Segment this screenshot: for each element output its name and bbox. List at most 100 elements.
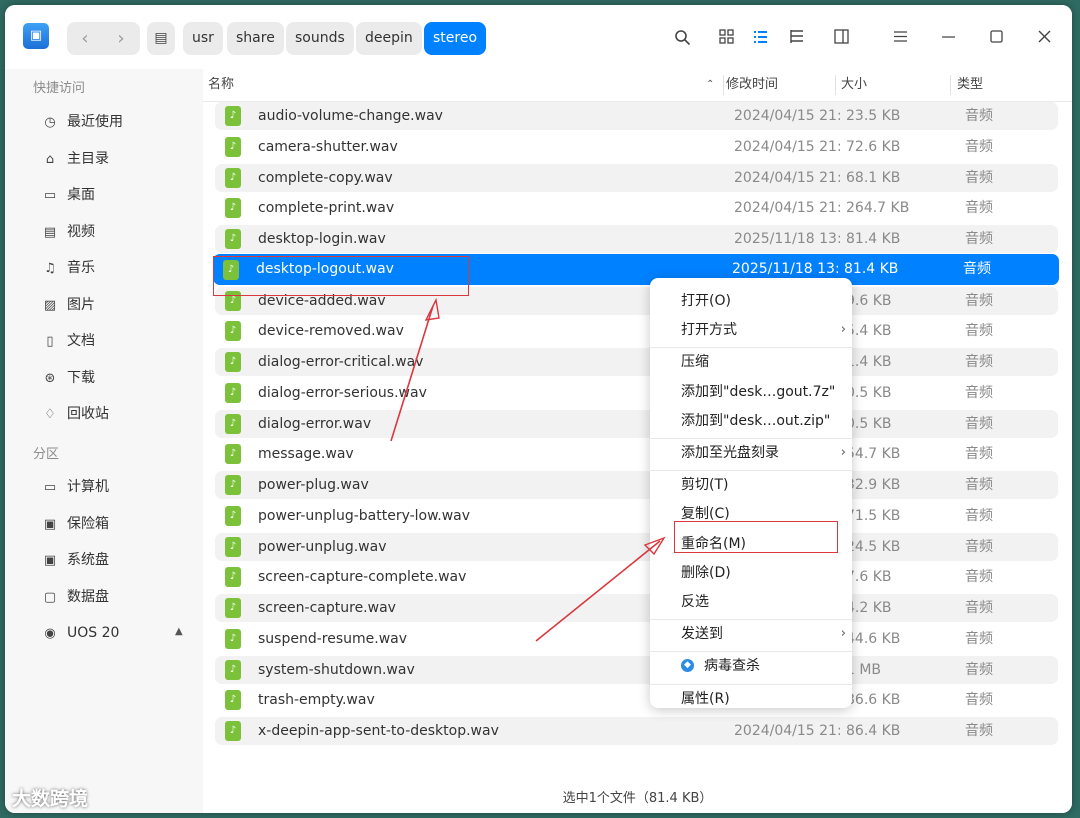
disk-root-icon[interactable]: ▤ [147, 22, 175, 55]
menu-item-label: 添加到"desk…gout.7z" [681, 384, 836, 400]
sidebar-item-documents[interactable]: ▯ 文档 [41, 329, 95, 353]
maximize-icon[interactable] [986, 29, 1006, 49]
forward-button[interactable]: › [103, 22, 139, 55]
sidebar-item-data-disk[interactable]: ▢ 数据盘 [41, 585, 109, 609]
close-icon[interactable] [1034, 29, 1054, 49]
sidebar-item-pictures[interactable]: ▨ 图片 [41, 293, 95, 317]
breadcrumb-sounds[interactable]: sounds [286, 22, 354, 55]
menu-item[interactable]: 压缩 [650, 349, 852, 375]
minimize-icon[interactable] [938, 29, 958, 49]
file-row[interactable]: ♪ audio-volume-change.wav 2024/04/15 21:… 2… [215, 102, 1058, 130]
file-name: power-unplug-battery-low.wav [258, 508, 471, 524]
file-row[interactable]: ♪ message.wav 54.7 KB 音频 [215, 440, 1058, 468]
home-icon: ⌂ [45, 152, 55, 167]
menu-item[interactable]: 剪切(T) [650, 472, 852, 498]
sidebar-item-downloads[interactable]: ⊛ 下载 [41, 366, 95, 390]
menu-icon[interactable] [890, 29, 910, 49]
column-divider[interactable] [835, 75, 836, 95]
menu-item[interactable]: 发送到 › [650, 621, 852, 647]
audio-file-icon: ♪ [225, 629, 241, 649]
sidebar: 快捷访问 ◷ 最近使用 ⌂ 主目录 ▭ 桌面 ▤ 视频 ♫ 音乐 ▨ 图片 ▯ 文档 ⊛ 下载 … [5, 69, 203, 813]
file-row[interactable]: ♪ screen-capture.wav 4.2 KB 音频 [215, 594, 1058, 622]
eject-icon[interactable]: ▲ [175, 626, 183, 637]
menu-item-label: 打开(O) [681, 293, 731, 309]
file-type: 音频 [965, 139, 993, 155]
file-row[interactable]: ♪ dialog-error.wav 0.5 KB 音频 [215, 410, 1058, 438]
sidebar-item-computer[interactable]: ▭ 计算机 [41, 475, 109, 499]
sidebar-item-recent[interactable]: ◷ 最近使用 [41, 110, 123, 134]
file-row[interactable]: ♪ complete-copy.wav 2024/04/15 21:… 68.1 KB… [215, 164, 1058, 192]
file-row[interactable]: ♪ screen-capture-complete.wav 7.6 KB 音频 [215, 563, 1058, 591]
menu-separator [650, 619, 852, 620]
file-row[interactable]: ♪ camera-shutter.wav 2024/04/15 21:… 72.6 K… [215, 133, 1058, 161]
file-type: 音频 [965, 416, 993, 432]
file-name: complete-print.wav [258, 200, 395, 216]
menu-item[interactable]: 打开(O) [650, 288, 852, 314]
sidebar-item-trash[interactable]: ♢ 回收站 [41, 402, 109, 426]
file-name: dialog-error.wav [258, 416, 372, 432]
menu-separator [650, 684, 852, 685]
file-row[interactable]: ♪ power-plug.wav 32.9 KB 音频 [215, 471, 1058, 499]
audio-file-icon: ♪ [225, 506, 241, 526]
file-size: 4.2 KB [846, 600, 892, 616]
sidebar-item-music[interactable]: ♫ 音乐 [41, 256, 95, 280]
file-row[interactable]: ♪ x-deepin-app-sent-to-desktop.wav 2024/04… [215, 717, 1058, 745]
sidebar-item-home[interactable]: ⌂ 主目录 [41, 147, 109, 171]
file-type: 音频 [965, 231, 993, 247]
file-row[interactable]: ♪ system-shutdown.wav 1 MB 音频 [215, 656, 1058, 684]
menu-item[interactable]: 添加到"desk…gout.7z" [650, 379, 852, 405]
file-name: trash-empty.wav [258, 692, 375, 708]
file-row[interactable]: ♪ suspend-resume.wav 44.6 KB 音频 [215, 625, 1058, 653]
file-type: 音频 [965, 323, 993, 339]
file-row[interactable]: ♪ trash-empty.wav 86.6 KB 音频 [215, 686, 1058, 714]
menu-item[interactable]: 添加至光盘刻录 › [650, 440, 852, 466]
menu-item[interactable]: 属性(R) [650, 686, 852, 712]
breadcrumb-usr[interactable]: usr [183, 22, 223, 55]
column-header-name[interactable]: 名称 [208, 69, 234, 101]
file-row[interactable]: ♪ desktop-login.wav 2025/11/18 13:… 81.4 KB… [215, 225, 1058, 253]
list-view-icon[interactable] [750, 29, 770, 49]
sidebar-item-system-disk[interactable]: ▣ 系统盘 [41, 548, 109, 572]
file-row[interactable]: ♪ dialog-error-serious.wav 0.5 KB 音频 [215, 379, 1058, 407]
sort-ascending-icon[interactable]: ⌃ [706, 69, 714, 101]
sidebar-item-videos[interactable]: ▤ 视频 [41, 220, 95, 244]
menu-item[interactable]: 打开方式 › [650, 317, 852, 343]
file-row[interactable]: ♪ complete-print.wav 2024/04/15 21:… 264.7 … [215, 194, 1058, 222]
file-row[interactable]: ♪ device-removed.wav 5.4 KB 音频 [215, 317, 1058, 345]
icon-view-icon[interactable] [716, 29, 736, 49]
menu-item[interactable]: 反选 [650, 589, 852, 615]
sidebar-item-uos20[interactable]: ◉ UOS 20 [41, 621, 119, 645]
column-divider[interactable] [723, 75, 724, 95]
menu-item-label: 属性(R) [681, 691, 730, 707]
file-manager-logo-icon[interactable]: ▣ [23, 23, 49, 49]
search-icon[interactable] [672, 29, 692, 49]
menu-item[interactable]: 添加到"desk…out.zip" [650, 408, 852, 434]
column-divider[interactable] [950, 75, 951, 95]
back-button[interactable]: ‹ [67, 22, 103, 55]
file-row[interactable]: ♪ power-unplug.wav 24.5 KB 音频 [215, 533, 1058, 561]
menu-item-label: 添加到"desk…out.zip" [681, 413, 831, 429]
column-header-size[interactable]: 大小 [841, 69, 867, 101]
menu-item[interactable]: 删除(D) [650, 560, 852, 586]
file-row[interactable]: ♪ dialog-error-critical.wav 1.4 KB 音频 [215, 348, 1058, 376]
menu-separator [650, 470, 852, 471]
sidebar-item-desktop[interactable]: ▭ 桌面 [41, 183, 95, 207]
file-name: power-unplug.wav [258, 539, 387, 555]
sidebar-item-vault[interactable]: ▣ 保险箱 [41, 512, 109, 536]
computer-icon: ▭ [43, 480, 57, 495]
menu-item-label: 反选 [681, 594, 709, 610]
column-header-type[interactable]: 类型 [957, 69, 983, 101]
breadcrumb-deepin[interactable]: deepin [356, 22, 422, 55]
column-header-modified[interactable]: 修改时间 [726, 69, 778, 101]
audio-file-icon: ♪ [225, 537, 241, 557]
file-modified: 2024/04/15 21:… [734, 108, 840, 124]
breadcrumb-share[interactable]: share [227, 22, 284, 55]
file-type: 音频 [965, 508, 993, 524]
file-row[interactable]: ♪ power-unplug-battery-low.wav 71.5 KB 音频 [215, 502, 1058, 530]
detail-panel-icon[interactable] [831, 29, 851, 49]
menu-item[interactable]: ◆ 病毒查杀 [650, 653, 852, 679]
file-modified: 2025/11/18 13:… [734, 231, 840, 247]
breadcrumb-stereo[interactable]: stereo [424, 22, 487, 55]
chevron-right-icon: › [840, 322, 846, 337]
tree-view-icon[interactable] [786, 29, 806, 49]
